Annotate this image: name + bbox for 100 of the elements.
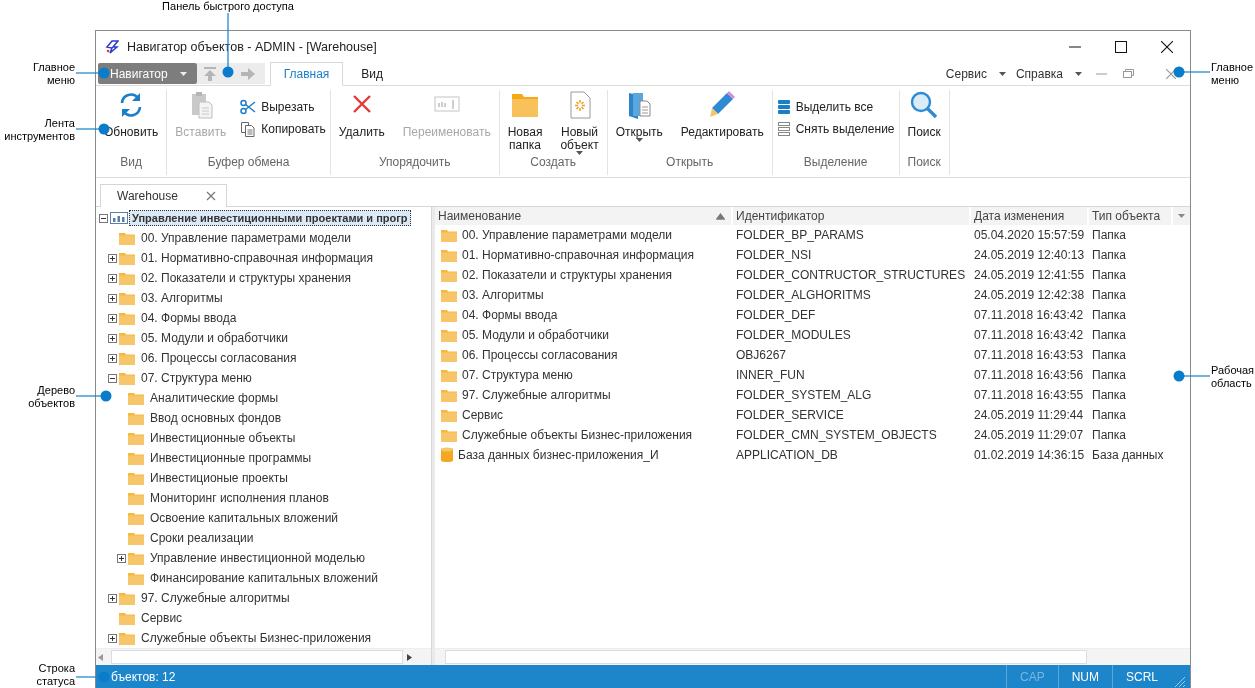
expand-icon[interactable]	[108, 353, 117, 363]
expand-icon[interactable]	[108, 273, 117, 283]
tree-item[interactable]: Инвестиционые проекты	[147, 469, 291, 487]
expand-icon[interactable]	[108, 333, 117, 343]
tree-item[interactable]: Управление инвестиционными проектами и прогр	[129, 210, 411, 226]
tree-item[interactable]: Аналитические формы	[147, 389, 282, 407]
folder-icon	[441, 388, 457, 402]
folder-icon	[441, 288, 457, 302]
table-cell: Папка	[1092, 308, 1126, 322]
tree-item[interactable]: Сроки реализации	[147, 529, 257, 547]
table-cell: Папка	[1092, 368, 1126, 382]
tree-item[interactable]: Служебные объекты Бизнес-приложения	[138, 629, 375, 647]
maximize-icon[interactable]	[1115, 40, 1127, 53]
ribbon-tab[interactable]: Главная	[269, 62, 344, 86]
folder-icon	[119, 591, 135, 605]
table-cell: FOLDER_NSI	[736, 248, 812, 262]
ribbon-tab[interactable]: Вид	[348, 62, 397, 85]
table-cell: 24.05.2019 11:29:07	[974, 428, 1084, 442]
close-icon[interactable]	[1161, 40, 1173, 53]
ribbon-button[interactable]: Копировать	[240, 121, 326, 137]
ribbon-button[interactable]: Поиск	[903, 90, 945, 139]
tree-item[interactable]: 97. Служебные алгоритмы	[138, 589, 293, 607]
group-title: Буфер обмена	[207, 154, 290, 171]
callout-label: Дерево объектов	[28, 384, 75, 409]
tree-item[interactable]: 04. Формы ввода	[138, 309, 240, 327]
tree-item[interactable]: 03. Алгоритмы	[138, 289, 226, 307]
scrollbar-thumb[interactable]	[111, 650, 403, 664]
expand-icon[interactable]	[108, 313, 117, 323]
document-tab[interactable]: Warehouse	[100, 184, 227, 207]
tree-item[interactable]: 06. Процессы согласования	[138, 349, 300, 367]
table-cell: Папка	[1092, 328, 1126, 342]
expand-icon[interactable]	[108, 633, 117, 643]
table-cell: OBJ6267	[736, 348, 787, 362]
menu-item[interactable]: Сервис	[935, 66, 999, 81]
callout-label: Лента инструментов	[4, 117, 75, 142]
table-cell: 24.05.2019 12:42:38	[974, 288, 1085, 302]
tree-item[interactable]: Инвестиционные программы	[147, 449, 315, 467]
tree-item[interactable]: Освоение капитальных вложений	[147, 509, 342, 527]
folder-icon	[128, 451, 144, 465]
table-cell: База данных бизнес-приложения_И	[458, 448, 659, 462]
tree-item[interactable]: Инвестиционные объекты	[147, 429, 299, 447]
table-cell: 00. Управление параметрами модели	[462, 228, 672, 242]
expand-icon[interactable]	[108, 253, 117, 263]
tree-item[interactable]: 07. Структура меню	[138, 369, 255, 387]
ribbon-button[interactable]: Удалить	[334, 90, 389, 139]
scroll-left-icon[interactable]	[98, 653, 103, 661]
status-indicator: SCRL	[1112, 665, 1171, 688]
app-logo-icon	[105, 39, 119, 54]
table-cell: FOLDER_CONTRUCTOR_STRUCTURES	[736, 268, 966, 282]
status-indicator: NUM	[1057, 665, 1112, 688]
column-header[interactable]: Идентификатор	[733, 207, 971, 225]
tree-item[interactable]: Мониторинг исполнения планов	[147, 489, 332, 507]
tree-item[interactable]: 05. Модули и обработчики	[138, 329, 291, 347]
folder-icon	[128, 411, 144, 425]
callout-label: Главное меню	[32, 61, 75, 86]
tree-item[interactable]: Ввод основных фондов	[147, 409, 285, 427]
collapse-icon[interactable]	[99, 213, 108, 223]
ribbon-button[interactable]: Редактировать	[676, 90, 768, 139]
tree-item[interactable]: Финансирование капитальных вложений	[147, 569, 381, 587]
column-header[interactable]: Тип объекта	[1089, 207, 1173, 225]
table-cell: Папка	[1092, 248, 1126, 262]
list-icon	[776, 99, 791, 115]
folder-icon	[441, 348, 457, 362]
caret-icon	[179, 71, 187, 76]
menu-item[interactable]: Справка	[1005, 66, 1075, 81]
folder-icon	[119, 611, 135, 625]
ribbon-button[interactable]: Открыть	[611, 90, 667, 147]
expand-icon[interactable]	[108, 593, 117, 603]
scrollbar-thumb[interactable]	[445, 650, 1087, 664]
tree-item[interactable]: 01. Нормативно-справочная информация	[138, 249, 376, 267]
tree-item[interactable]: Управление инвестиционной моделью	[147, 549, 368, 567]
tree-item[interactable]: Сервис	[138, 609, 186, 627]
table-cell: 07. Структура меню	[462, 368, 573, 382]
table-cell: Папка	[1092, 388, 1126, 402]
table-cell: FOLDER_SYSTEM_ALG	[736, 388, 872, 402]
ribbon-button[interactable]: Снять выделение	[776, 121, 895, 137]
folder-icon	[119, 271, 135, 285]
main-menu-button[interactable]: Навигатор	[98, 63, 197, 84]
folder-icon	[441, 228, 457, 242]
folder-icon	[128, 531, 144, 545]
collapse-icon[interactable]	[108, 373, 117, 383]
expand-icon[interactable]	[108, 293, 117, 303]
restore-icon[interactable]	[1123, 69, 1134, 78]
ribbon-button[interactable]: Новая папка	[503, 90, 547, 152]
copy-icon	[240, 121, 257, 137]
resize-grip-icon[interactable]	[1175, 677, 1185, 687]
ribbon-button[interactable]: Выделить все	[776, 99, 895, 115]
scroll-right-icon[interactable]	[407, 653, 412, 661]
expand-icon[interactable]	[117, 553, 126, 563]
column-header[interactable]: Дата изменения	[971, 207, 1089, 225]
pencil-icon	[707, 90, 738, 120]
table-cell: APPLICATION_DB	[736, 448, 838, 462]
table-cell: Сервис	[462, 408, 504, 422]
table-cell: FOLDER_MODULES	[736, 328, 851, 342]
column-header[interactable]: Наименование	[435, 207, 733, 225]
table-cell: Служебные объекты Бизнес-приложения	[462, 428, 693, 442]
folder-icon	[119, 291, 135, 305]
tree-item[interactable]: 02. Показатели и структуры хранения	[138, 269, 355, 287]
tree-item[interactable]: 00. Управление параметрами модели	[138, 229, 354, 247]
ribbon-button[interactable]: Вырезать	[240, 99, 326, 115]
